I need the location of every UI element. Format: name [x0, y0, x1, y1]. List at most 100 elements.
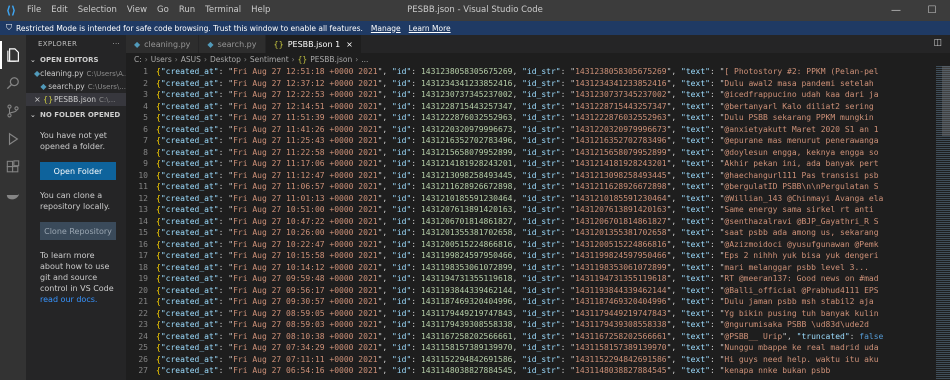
code-line[interactable]: 16 {"created_at": "Fri Aug 27 10:22:47 +0… — [126, 239, 936, 251]
menu-selection[interactable]: Selection — [73, 0, 122, 21]
punct: ", — [666, 101, 682, 111]
code-line[interactable]: 7 {"created_at": "Fri Aug 27 11:25:43 +00… — [126, 135, 936, 147]
json-key: "created_at" — [160, 78, 219, 88]
minimize-icon[interactable]: — — [878, 0, 914, 21]
json-key: "id" — [392, 147, 412, 157]
json-key: "text" — [681, 147, 710, 157]
tab-search[interactable]: ◆ search.py — [199, 35, 266, 53]
code-line[interactable]: 4 {"created_at": "Fri Aug 27 12:14:51 +00… — [126, 101, 936, 113]
code-line[interactable]: 3 {"created_at": "Fri Aug 27 12:22:53 +00… — [126, 89, 936, 101]
tab-pesbb[interactable]: {} PESBB.json 1 × — [265, 35, 362, 53]
close-icon[interactable]: × — [34, 95, 43, 104]
json-key: "id_str" — [522, 170, 561, 180]
no-folder-section[interactable]: ⌄ NO FOLDER OPENED — [26, 108, 126, 122]
json-key: "id_str" — [522, 251, 561, 260]
id-str-value: 1431238058305675269 — [575, 67, 667, 76]
created-at-value: Fri Aug 27 07:34:29 +0000 2021 — [233, 343, 378, 352]
open-folder-button[interactable]: Open Folder — [40, 162, 116, 180]
breadcrumb-item[interactable]: PESBB.json — [310, 55, 352, 64]
json-key: "created_at" — [160, 366, 219, 375]
close-icon[interactable]: × — [346, 40, 353, 49]
run-debug-icon[interactable] — [0, 125, 26, 153]
breadcrumb-item[interactable]: C: — [134, 55, 142, 64]
punct: : " — [560, 90, 576, 99]
extensions-icon[interactable] — [0, 153, 26, 181]
code-line[interactable]: 11 {"created_at": "Fri Aug 27 11:06:57 +0… — [126, 181, 936, 193]
banner-manage-link[interactable]: Manage — [371, 24, 401, 33]
json-key: "id_str" — [522, 320, 561, 329]
code-line[interactable]: 2 {"created_at": "Fri Aug 27 12:37:12 +00… — [126, 78, 936, 90]
punct: ", — [377, 343, 393, 352]
code-line[interactable]: 20 {"created_at": "Fri Aug 27 09:56:17 +0… — [126, 285, 936, 297]
punct: : " — [218, 285, 234, 295]
json-key: "id_str" — [522, 205, 561, 214]
code-line[interactable]: 25 {"created_at": "Fri Aug 27 07:34:29 +0… — [126, 342, 936, 354]
punct: : " — [560, 182, 576, 191]
open-editor-path: C:\Users\A... — [86, 69, 126, 78]
menu-edit[interactable]: Edit — [46, 0, 72, 21]
code-line[interactable]: 27 {"created_at": "Fri Aug 27 06:54:16 +0… — [126, 365, 936, 377]
code-line[interactable]: 15 {"created_at": "Fri Aug 27 10:26:00 +0… — [126, 227, 936, 239]
source-control-icon[interactable] — [0, 97, 26, 125]
code-line[interactable]: 19 {"created_at": "Fri Aug 27 09:59:48 +0… — [126, 273, 936, 285]
json-key: "truncated" — [796, 331, 850, 341]
open-editor-cleaning[interactable]: ◆ cleaning.py C:\Users\A... — [26, 67, 126, 80]
punct: : — [411, 113, 421, 122]
punct: : " — [218, 205, 234, 214]
banner-learn-more-link[interactable]: Learn More — [409, 24, 451, 33]
text-value: Akhir pekan ini, ada banyak pert — [724, 159, 879, 168]
code-line[interactable]: 1 {"created_at": "Fri Aug 27 12:51:18 +00… — [126, 66, 936, 78]
json-object: {"created_at": "Fri Aug 27 08:59:03 +000… — [156, 319, 869, 331]
split-editor-icon[interactable]: ◫ — [933, 38, 942, 48]
search-icon[interactable] — [0, 69, 26, 97]
more-actions-icon[interactable]: ··· — [112, 40, 120, 48]
code-line[interactable]: 5 {"created_at": "Fri Aug 27 11:51:39 +00… — [126, 112, 936, 124]
code-line[interactable]: 23 {"created_at": "Fri Aug 27 08:59:03 +0… — [126, 319, 936, 331]
breadcrumb-item[interactable]: ASUS — [181, 55, 201, 64]
scrollbar-thumb[interactable] — [942, 66, 950, 136]
menu-run[interactable]: Run — [174, 0, 200, 21]
menu-terminal[interactable]: Terminal — [200, 0, 246, 21]
code-line[interactable]: 10 {"created_at": "Fri Aug 27 11:12:47 +0… — [126, 170, 936, 182]
code-line[interactable]: 18 {"created_at": "Fri Aug 27 10:14:12 +0… — [126, 262, 936, 274]
code-line[interactable]: 17 {"created_at": "Fri Aug 27 10:15:58 +0… — [126, 250, 936, 262]
code-line[interactable]: 26 {"created_at": "Fri Aug 27 07:11:11 +0… — [126, 354, 936, 366]
code-line[interactable]: 9 {"created_at": "Fri Aug 27 11:17:06 +00… — [126, 158, 936, 170]
code-line[interactable]: 12 {"created_at": "Fri Aug 27 11:01:13 +0… — [126, 193, 936, 205]
json-key: "text" — [681, 251, 710, 260]
code-line[interactable]: 24 {"created_at": "Fri Aug 27 08:10:38 +0… — [126, 331, 936, 343]
docs-message: To learn more about how to use git and s… — [26, 250, 126, 305]
tab-cleaning[interactable]: ◆ cleaning.py — [126, 35, 200, 53]
breadcrumb-item[interactable]: Sentiment — [250, 55, 289, 64]
open-editors-section[interactable]: ⌄ OPEN EDITORS — [26, 53, 126, 67]
line-number: 7 — [143, 136, 148, 145]
menu-help[interactable]: Help — [246, 0, 275, 21]
code-line[interactable]: 6 {"created_at": "Fri Aug 27 11:41:26 +00… — [126, 124, 936, 136]
breadcrumb-item[interactable]: ... — [361, 55, 368, 64]
punct: ", — [377, 67, 393, 76]
open-editor-pesbb[interactable]: × {} PESBB.json C:\... — [26, 93, 126, 106]
id-value: 1431220320979996673 — [420, 124, 513, 134]
code-line[interactable]: 13 {"created_at": "Fri Aug 27 10:51:00 +0… — [126, 204, 936, 216]
code-line[interactable]: 21 {"created_at": "Fri Aug 27 09:30:57 +0… — [126, 296, 936, 308]
docker-whale-icon[interactable] — [0, 181, 26, 209]
open-editor-search[interactable]: ◆ search.py C:\Users\... — [26, 80, 126, 93]
punct: : — [411, 297, 421, 306]
json-key: "id_str" — [522, 101, 561, 111]
code-editor[interactable]: 1 {"created_at": "Fri Aug 27 12:51:18 +00… — [126, 66, 936, 380]
code-line[interactable]: 8 {"created_at": "Fri Aug 27 11:22:58 +00… — [126, 147, 936, 159]
code-line[interactable]: 14 {"created_at": "Fri Aug 27 10:47:22 +0… — [126, 216, 936, 228]
json-key: "id" — [392, 251, 412, 260]
menu-view[interactable]: View — [122, 0, 152, 21]
read-docs-link[interactable]: read our docs. — [40, 295, 97, 304]
explorer-icon[interactable] — [0, 41, 26, 69]
maximize-icon[interactable]: ☐ — [914, 0, 950, 21]
clone-repository-button[interactable]: Clone Repository — [40, 222, 116, 240]
breadcrumb-item[interactable]: Desktop — [210, 55, 241, 64]
breadcrumb-item[interactable]: Users — [151, 55, 172, 64]
menu-file[interactable]: File — [22, 0, 46, 21]
punct: ", — [377, 262, 393, 272]
menu-go[interactable]: Go — [152, 0, 174, 21]
code-line[interactable]: 22 {"created_at": "Fri Aug 27 08:59:05 +0… — [126, 308, 936, 320]
punct: ", — [377, 182, 393, 191]
